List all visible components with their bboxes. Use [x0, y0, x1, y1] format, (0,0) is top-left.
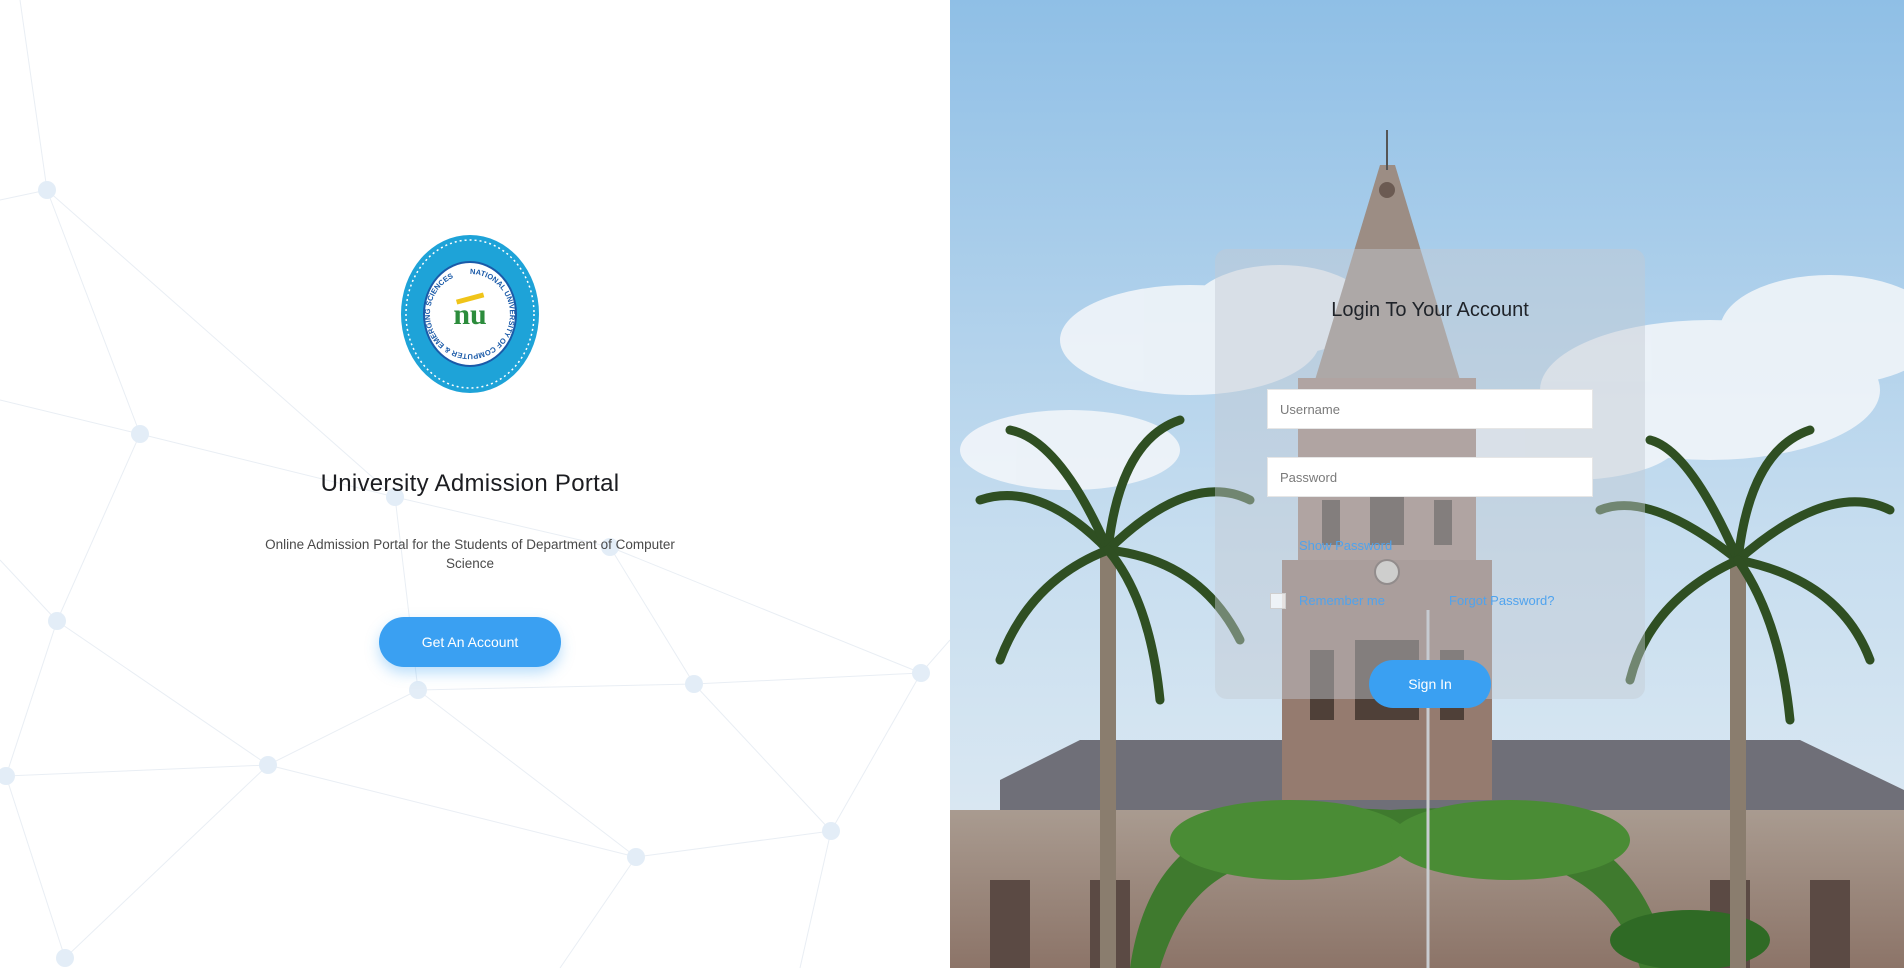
university-logo: NATIONAL UNIVERSITY OF COMPUTER & EMERGI…	[401, 235, 539, 393]
welcome-panel: NATIONAL UNIVERSITY OF COMPUTER & EMERGI…	[0, 0, 950, 968]
welcome-content: NATIONAL UNIVERSITY OF COMPUTER & EMERGI…	[0, 0, 940, 968]
admission-portal-page: NATIONAL UNIVERSITY OF COMPUTER & EMERGI…	[0, 0, 1904, 968]
login-card: Login To Your Account Show Password Reme…	[1215, 249, 1645, 708]
get-account-button[interactable]: Get An Account	[379, 617, 561, 667]
portal-description: Online Admission Portal for the Students…	[265, 537, 675, 571]
show-password-link[interactable]: Show Password	[1299, 538, 1392, 553]
forgot-password-link[interactable]: Forgot Password?	[1449, 593, 1555, 608]
password-input[interactable]	[1267, 457, 1593, 497]
login-title: Login To Your Account	[1331, 299, 1529, 321]
portal-title: University Admission Portal	[320, 470, 620, 497]
login-panel: Login To Your Account Show Password Reme…	[950, 0, 1904, 968]
username-input[interactable]	[1267, 389, 1593, 429]
remember-me-checkbox[interactable]	[1270, 593, 1286, 609]
sign-in-button[interactable]: Sign In	[1369, 660, 1491, 708]
remember-me-label[interactable]: Remember me	[1299, 593, 1385, 608]
